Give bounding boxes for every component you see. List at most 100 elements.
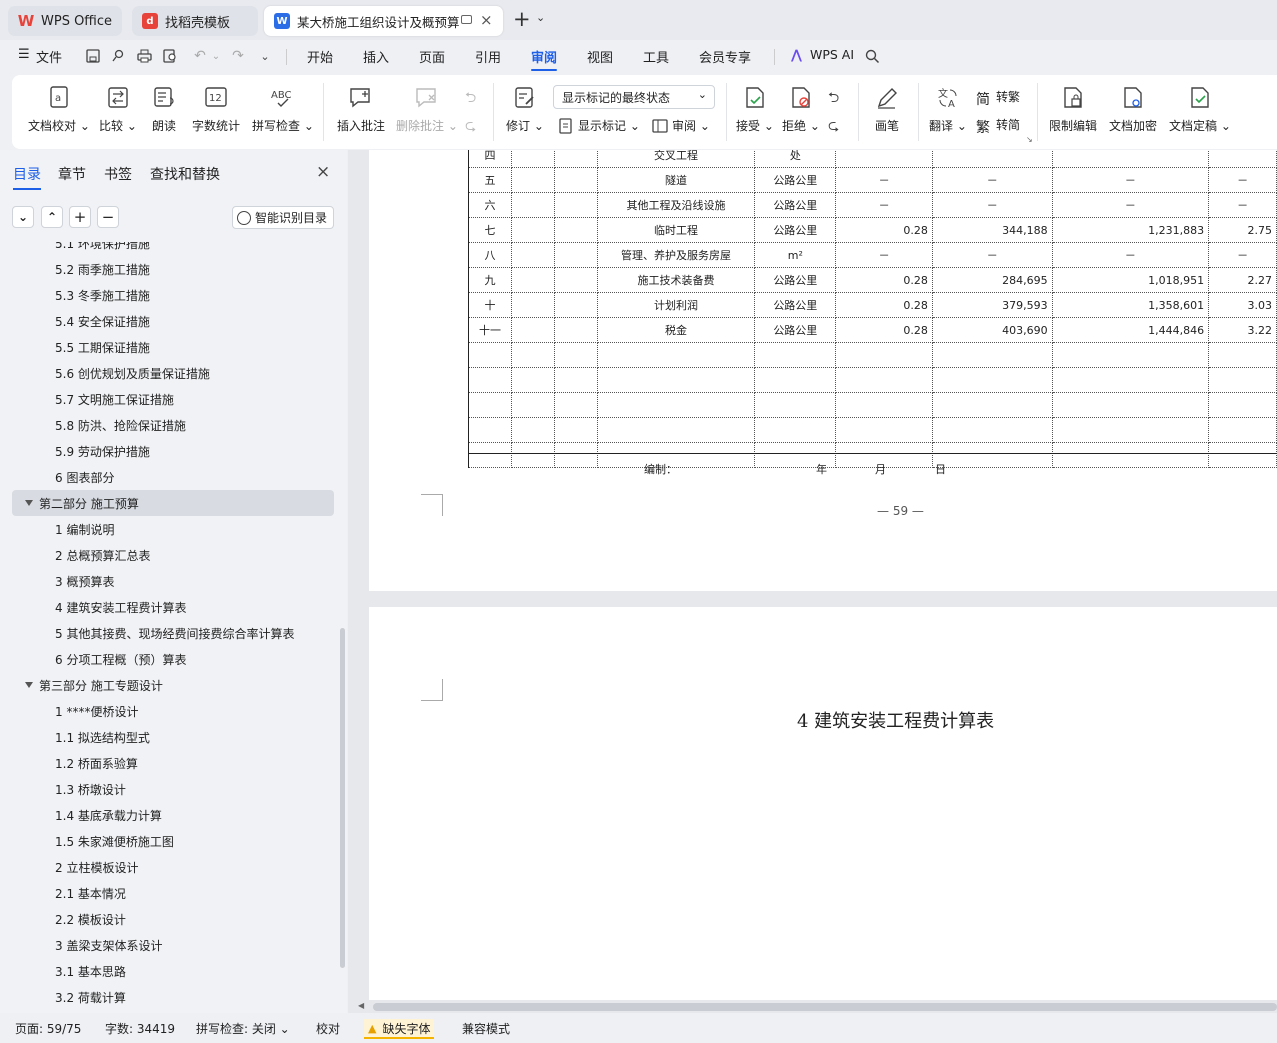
word-count-indicator[interactable]: 字数: 34419 xyxy=(105,1020,175,1037)
toc-item[interactable]: 1.2 桥面系验算 xyxy=(0,750,138,776)
table-cell[interactable] xyxy=(553,442,598,468)
table-cell[interactable]: 其他工程及沿线设施 xyxy=(596,192,756,218)
table-cell[interactable]: 处 xyxy=(754,150,837,168)
close-tab-icon[interactable]: × xyxy=(480,11,493,29)
toc-item[interactable]: 5.6 创优规划及质量保证措施 xyxy=(0,360,210,386)
table-cell[interactable] xyxy=(596,417,756,443)
table-cell[interactable] xyxy=(931,442,1053,468)
table-cell[interactable]: － xyxy=(835,242,933,268)
table-cell[interactable] xyxy=(553,167,598,193)
file-menu[interactable]: 文件 xyxy=(36,47,62,66)
read-aloud-button[interactable]: 朗读 xyxy=(151,85,177,134)
remove-heading-button[interactable]: − xyxy=(97,206,119,228)
toc-item[interactable]: 2 总概预算汇总表 xyxy=(0,542,150,568)
spell-check-indicator[interactable]: 拼写检查: 关闭 ⌄ xyxy=(196,1020,290,1037)
table-cell[interactable]: － xyxy=(931,242,1053,268)
table-cell[interactable]: － xyxy=(1051,242,1210,268)
table-cell[interactable] xyxy=(931,367,1053,393)
to-simplified-button[interactable]: 繁 转简 xyxy=(976,116,1020,136)
menu-member[interactable]: 会员专享 xyxy=(699,47,751,66)
table-cell[interactable] xyxy=(510,317,555,343)
table-cell[interactable]: 管理、养护及服务房屋 xyxy=(596,242,756,268)
print-icon[interactable] xyxy=(136,48,152,64)
pen-button[interactable]: 画笔 xyxy=(874,85,900,134)
table-cell[interactable] xyxy=(553,342,598,368)
table-cell[interactable]: － xyxy=(835,167,933,193)
table-cell[interactable]: － xyxy=(1208,167,1277,193)
menu-tools[interactable]: 工具 xyxy=(643,47,669,66)
table-cell[interactable]: 284,695 xyxy=(931,267,1053,293)
table-cell[interactable]: 临时工程 xyxy=(596,217,756,243)
table-cell[interactable]: 十 xyxy=(468,292,512,318)
menu-review[interactable]: 审阅 xyxy=(531,47,558,71)
table-cell[interactable]: 六 xyxy=(468,192,512,218)
toc-item[interactable]: 5.4 安全保证措施 xyxy=(0,308,150,334)
table-cell[interactable]: 2.27 xyxy=(1208,267,1277,293)
save-icon[interactable] xyxy=(85,48,101,64)
table-cell[interactable]: － xyxy=(1208,242,1277,268)
table-cell[interactable]: 公路公里 xyxy=(754,317,837,343)
table-cell[interactable] xyxy=(1208,342,1277,368)
table-cell[interactable] xyxy=(553,417,598,443)
table-cell[interactable]: 公路公里 xyxy=(754,192,837,218)
tab-template[interactable]: d 找稻壳模板 xyxy=(132,6,258,36)
table-cell[interactable] xyxy=(931,417,1053,443)
table-cell[interactable]: 五 xyxy=(468,167,512,193)
menu-icon[interactable]: ☰ xyxy=(18,47,30,62)
toc-item[interactable]: 5.5 工期保证措施 xyxy=(0,334,150,360)
table-cell[interactable] xyxy=(510,442,555,468)
table-cell[interactable] xyxy=(553,150,598,168)
table-cell[interactable] xyxy=(468,392,512,418)
table-cell[interactable]: 公路公里 xyxy=(754,292,837,318)
table-cell[interactable]: 344,188 xyxy=(931,217,1053,243)
translate-button[interactable]: 文A 翻译 ⌄ xyxy=(929,85,967,134)
table-cell[interactable] xyxy=(754,417,837,443)
toc-item[interactable]: 5 其他其接费、现场经费间接费综合率计算表 xyxy=(0,620,294,646)
table-cell[interactable] xyxy=(510,242,555,268)
table-cell[interactable]: 0.28 xyxy=(835,267,933,293)
markup-state-select[interactable]: 显示标记的最终状态 ⌄ xyxy=(553,85,715,109)
table-cell[interactable] xyxy=(553,192,598,218)
toc-item[interactable]: 4 建筑安装工程费计算表 xyxy=(0,594,186,620)
table-cell[interactable] xyxy=(1051,392,1210,418)
dialog-launcher-icon[interactable]: ↘ xyxy=(1026,135,1033,144)
table-cell[interactable] xyxy=(553,267,598,293)
table-cell[interactable] xyxy=(1208,392,1277,418)
proofread-indicator[interactable]: 校对 xyxy=(316,1020,340,1037)
table-cell[interactable]: － xyxy=(931,192,1053,218)
table-cell[interactable]: 公路公里 xyxy=(754,217,837,243)
table-cell[interactable]: 交叉工程 xyxy=(596,150,756,168)
table-cell[interactable]: － xyxy=(1051,192,1210,218)
table-cell[interactable]: 计划利润 xyxy=(596,292,756,318)
word-count-button[interactable]: 12 字数统计 xyxy=(192,85,240,134)
table-cell[interactable] xyxy=(1208,150,1277,168)
table-cell[interactable] xyxy=(553,317,598,343)
table-cell[interactable] xyxy=(754,392,837,418)
encrypt-button[interactable]: 文档加密 xyxy=(1109,85,1157,134)
toc-item[interactable]: 1 编制说明 xyxy=(0,516,114,542)
table-cell[interactable] xyxy=(510,167,555,193)
table-cell[interactable]: － xyxy=(1208,192,1277,218)
wps-ai-button[interactable]: WPS AI xyxy=(810,47,854,62)
toc-item[interactable]: 5.2 雨季施工措施 xyxy=(0,256,150,282)
toc-item[interactable]: 1.1 拟选结构型式 xyxy=(0,724,150,750)
track-changes-button[interactable]: 修订 ⌄ xyxy=(506,85,544,134)
table-cell[interactable] xyxy=(510,367,555,393)
table-cell[interactable] xyxy=(1051,367,1210,393)
delete-comment-button[interactable]: 删除批注 ⌄ xyxy=(396,85,458,134)
table-cell[interactable] xyxy=(931,342,1053,368)
table-cell[interactable] xyxy=(931,392,1053,418)
table-cell[interactable] xyxy=(1208,417,1277,443)
toc-item[interactable]: 2.1 基本情况 xyxy=(0,880,126,906)
table-cell[interactable] xyxy=(835,367,933,393)
table-cell[interactable]: 0.28 xyxy=(835,292,933,318)
table-cell[interactable] xyxy=(596,392,756,418)
table-cell[interactable] xyxy=(1208,442,1277,468)
table-cell[interactable] xyxy=(1208,367,1277,393)
search-icon[interactable] xyxy=(864,48,880,64)
table-cell[interactable]: － xyxy=(931,167,1053,193)
redo-icon[interactable]: ↷ xyxy=(230,48,246,64)
toc-item[interactable]: 6 分项工程概（预）算表 xyxy=(0,646,186,672)
restrict-edit-button[interactable]: 限制编辑 xyxy=(1049,85,1097,134)
table-cell[interactable]: 四 xyxy=(468,150,512,168)
